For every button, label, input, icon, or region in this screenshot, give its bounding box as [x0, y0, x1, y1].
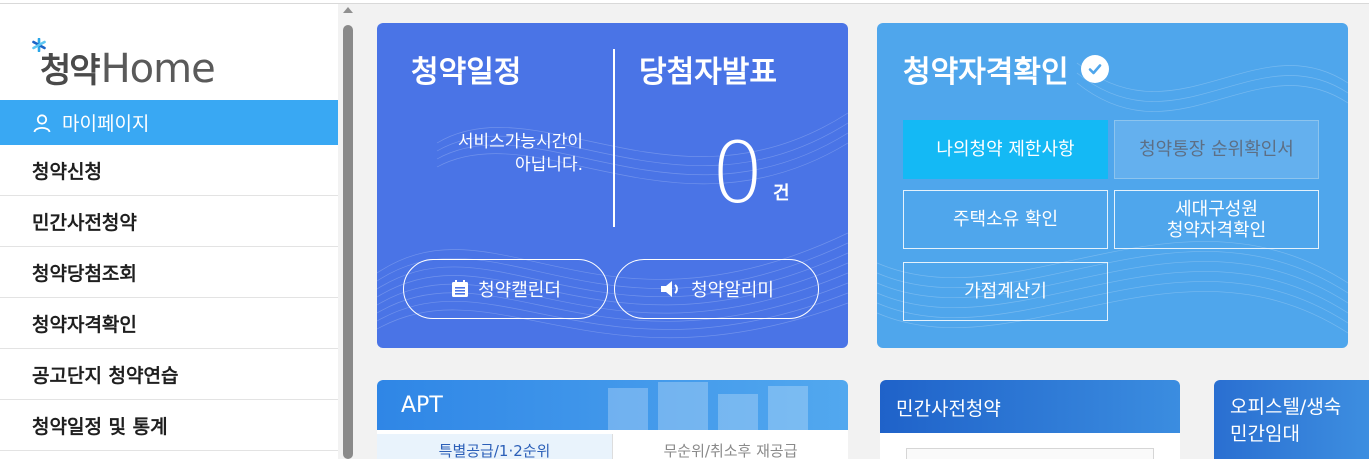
- private-pre-sale-content-box: [906, 448, 1154, 459]
- points-calculator-button[interactable]: 가점계산기: [903, 262, 1108, 321]
- sidebar-item-label: 마이페이지: [62, 113, 150, 135]
- service-unavailable-text: 서비스가능시간이 아닙니다.: [397, 131, 583, 177]
- officetel-title-line2: 민간임대: [1230, 423, 1300, 445]
- sidebar-item-practice[interactable]: 공고단지 청약연습: [0, 349, 338, 400]
- eligibility-title-text: 청약자격확인: [903, 55, 1069, 90]
- scrollbar-thumb[interactable]: [343, 25, 353, 459]
- tab-special-supply[interactable]: 특별공급/1·2순위: [377, 434, 612, 459]
- officetel-panel: 오피스텔/생숙 민간임대: [1214, 380, 1369, 459]
- sidebar-item-mypage[interactable]: 마이페이지: [0, 100, 338, 145]
- sidebar-item-eligibility[interactable]: 청약자격확인: [0, 298, 338, 349]
- service-text-line2: 아닙니다.: [515, 155, 583, 175]
- apt-panel-title: APT: [401, 392, 443, 418]
- sidebar-menu: 청약신청 민간사전청약 청약당첨조회 청약자격확인 공고단지 청약연습 청약일정…: [0, 145, 338, 451]
- star-icon: [32, 38, 46, 52]
- calendar-icon: [450, 279, 470, 299]
- tab-no-rank-resupply[interactable]: 무순위/취소후 재공급: [612, 434, 848, 459]
- logo-english-text: Home: [100, 46, 216, 92]
- household-button-line1: 세대구성원: [1175, 198, 1258, 220]
- house-ownership-button[interactable]: 주택소유 확인: [903, 190, 1108, 249]
- officetel-panel-header: 오피스텔/생숙 민간임대: [1214, 380, 1369, 459]
- schedule-title: 청약일정: [411, 55, 522, 90]
- private-pre-sale-panel: 민간사전청약: [880, 380, 1180, 459]
- my-restrictions-button[interactable]: 나의청약 제한사항: [903, 120, 1108, 179]
- eligibility-card: 청약자격확인 나의청약 제한사항 청약통장 순위확인서 주택소유 확인 세대구성…: [877, 23, 1348, 348]
- apt-panel: APT 특별공급/1·2순위 무순위/취소후 재공급: [377, 380, 848, 459]
- sidebar: 청약 Home 마이페이지 청약신청 민간사전청약 청약당첨조회 청약자격확인 …: [0, 4, 338, 459]
- alarm-button-label: 청약알리미: [691, 280, 774, 301]
- logo-korean-text: 청약: [40, 51, 101, 91]
- speaker-icon: [659, 279, 683, 299]
- eligibility-title: 청약자격확인: [903, 47, 1109, 91]
- household-eligibility-button[interactable]: 세대구성원 청약자격확인: [1114, 190, 1319, 249]
- calendar-button-label: 청약캘린더: [478, 280, 561, 301]
- scroll-up-arrow-icon[interactable]: [343, 7, 353, 13]
- account-rank-certificate-button[interactable]: 청약통장 순위확인서: [1114, 120, 1319, 179]
- apt-panel-header: APT: [377, 380, 848, 430]
- alarm-button[interactable]: 청약알리미: [614, 259, 819, 319]
- building-image-decoration: [608, 382, 808, 430]
- household-button-line2: 청약자격확인: [1166, 219, 1267, 241]
- winner-count-unit: 건: [773, 183, 790, 204]
- sidebar-item-winner-lookup[interactable]: 청약당첨조회: [0, 247, 338, 298]
- officetel-title-line1: 오피스텔/생숙: [1230, 396, 1342, 418]
- winner-count: 0: [711, 124, 765, 222]
- check-circle-icon: [1080, 55, 1109, 83]
- winner-announcement-title: 당첨자발표: [639, 55, 777, 90]
- logo[interactable]: 청약 Home: [32, 36, 216, 92]
- sidebar-item-apply[interactable]: 청약신청: [0, 145, 338, 196]
- service-text-line1: 서비스가능시간이: [457, 132, 583, 152]
- person-icon: [33, 113, 51, 132]
- private-pre-sale-header: 민간사전청약: [880, 380, 1180, 433]
- schedule-card: 청약일정 당첨자발표 서비스가능시간이 아닙니다. 0 건 청약캘린더 청약알리…: [377, 23, 848, 348]
- card-divider: [613, 49, 615, 227]
- calendar-button[interactable]: 청약캘린더: [403, 259, 608, 319]
- sidebar-item-private-pre-sale[interactable]: 민간사전청약: [0, 196, 338, 247]
- sidebar-item-schedule-stats[interactable]: 청약일정 및 통계: [0, 400, 338, 451]
